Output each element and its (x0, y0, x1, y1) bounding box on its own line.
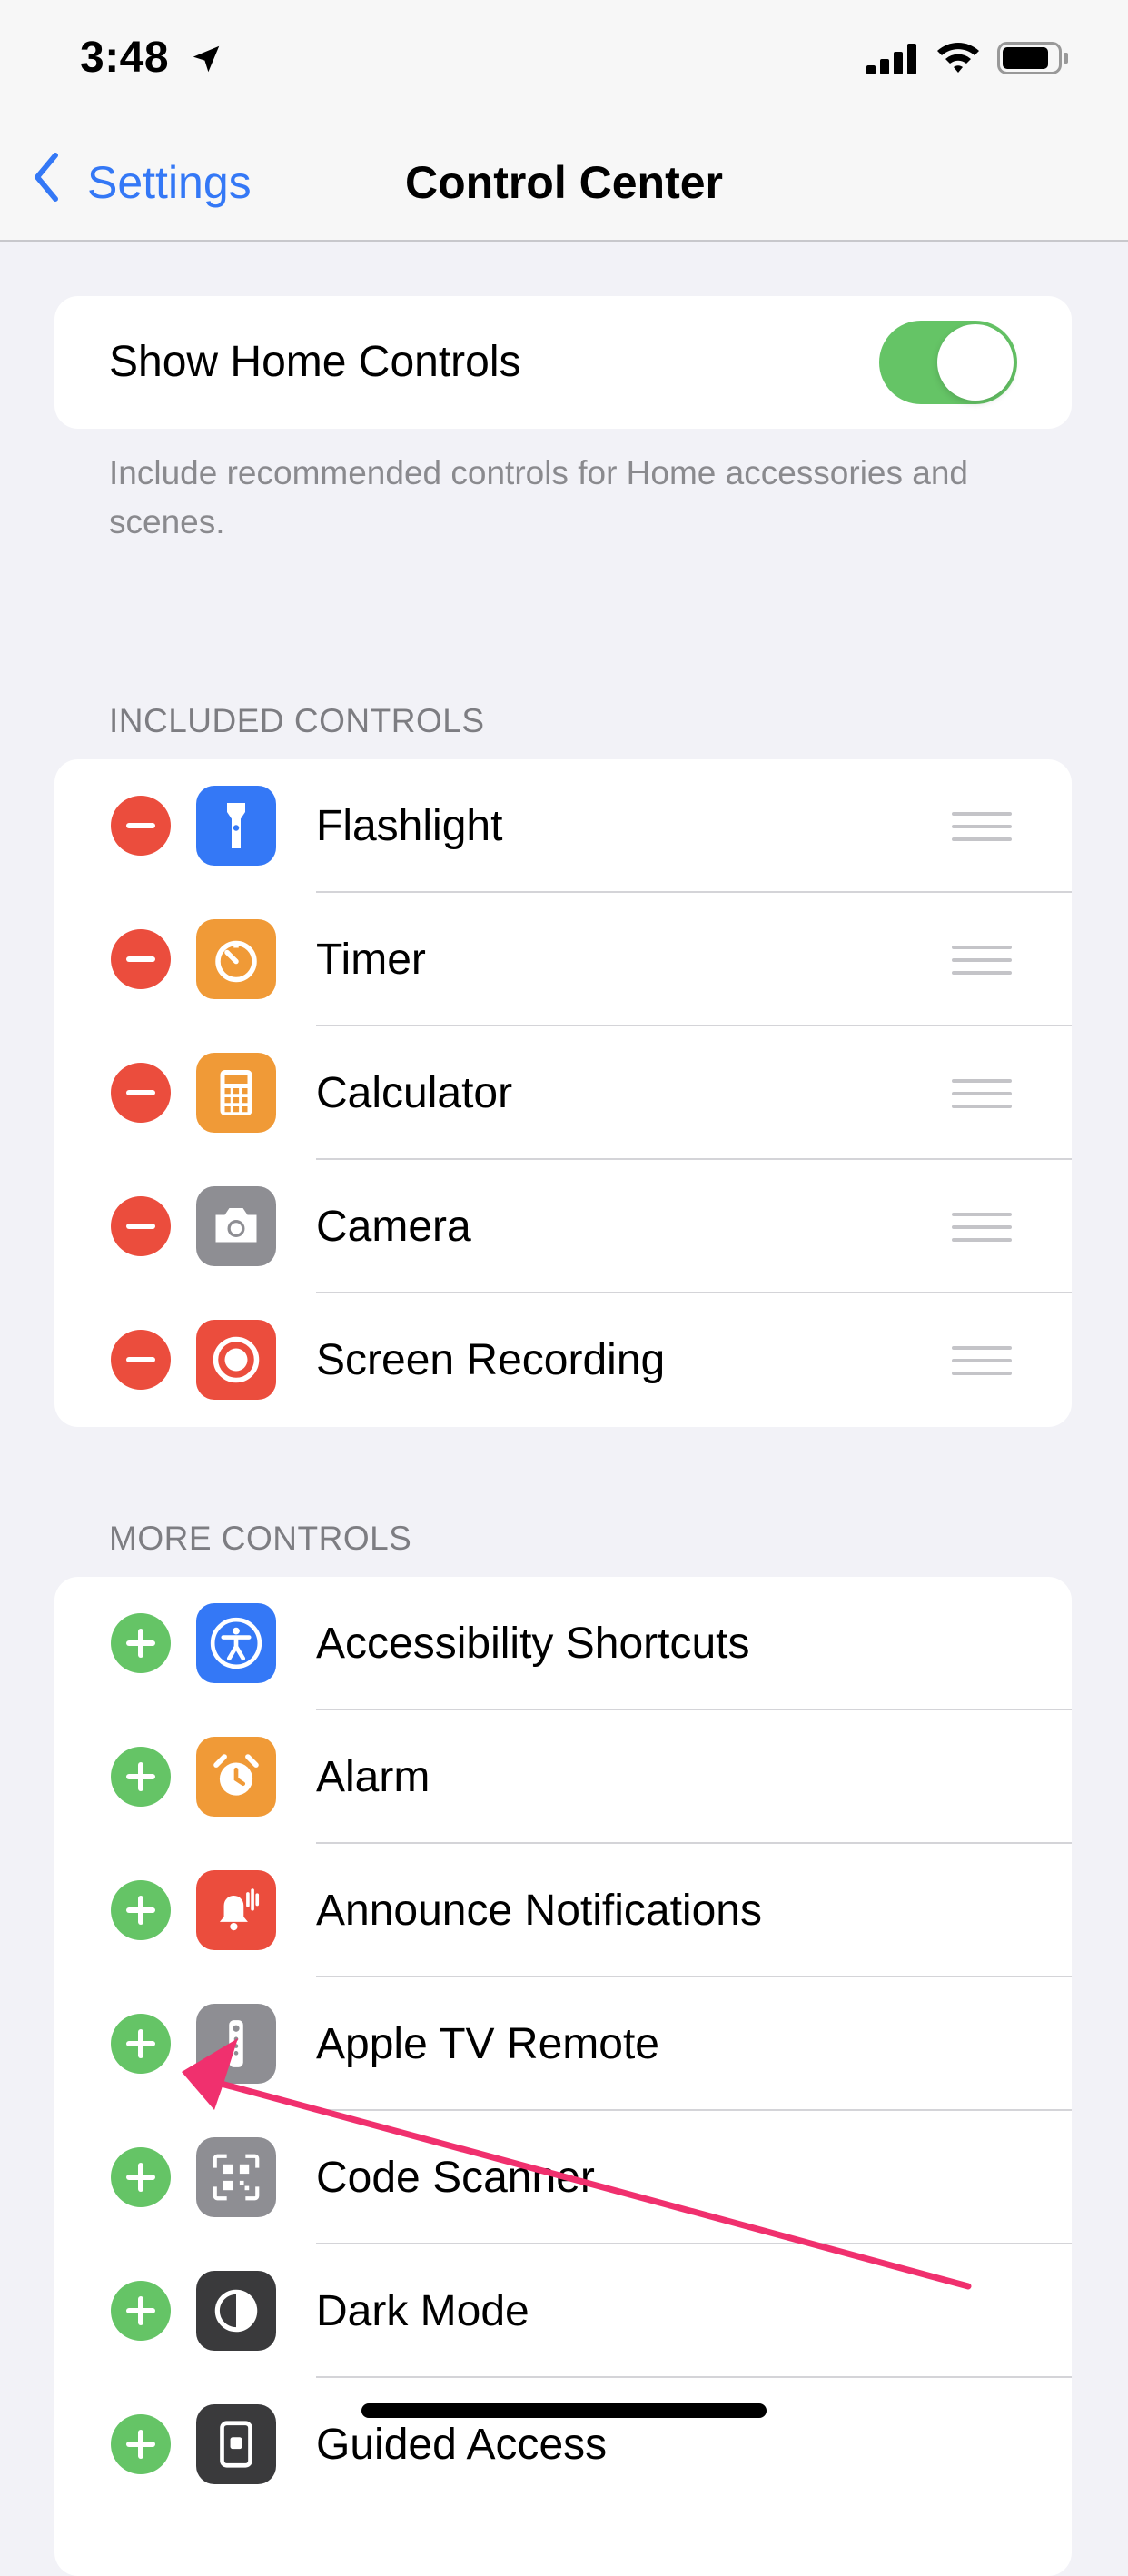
add-control-button[interactable] (111, 1880, 171, 1940)
control-label: Camera (316, 1203, 471, 1251)
control-row-flashlight[interactable]: Flashlight (54, 759, 1072, 893)
remove-control-button[interactable] (111, 929, 171, 989)
location-arrow-icon (189, 42, 223, 81)
calculator-icon (196, 1053, 276, 1133)
control-row-timer[interactable]: Timer (54, 893, 1072, 1026)
control-label: Announce Notifications (316, 1887, 762, 1935)
remove-control-button[interactable] (111, 796, 171, 856)
camera-icon (196, 1186, 276, 1266)
wifi-icon (935, 40, 981, 79)
control-row-announce-notifications[interactable]: Announce Notifications (54, 1844, 1072, 1977)
control-row-apple-tv-remote[interactable]: Apple TV Remote (54, 1977, 1072, 2111)
control-label: Code Scanner (316, 2154, 595, 2202)
control-row-accessibility-shortcuts[interactable]: Accessibility Shortcuts (54, 1577, 1072, 1710)
control-label: Dark Mode (316, 2287, 529, 2335)
accessibility-icon (196, 1603, 276, 1683)
control-label: Flashlight (316, 802, 503, 850)
alarm-icon (196, 1737, 276, 1817)
add-control-button[interactable] (111, 1747, 171, 1807)
home-controls-card: Show Home Controls (54, 296, 1072, 429)
control-label: Timer (316, 936, 426, 984)
add-control-button[interactable] (111, 2147, 171, 2207)
control-label: Guided Access (316, 2421, 608, 2469)
control-row-calculator[interactable]: Calculator (54, 1026, 1072, 1160)
flashlight-icon (196, 786, 276, 866)
dark-mode-icon (196, 2271, 276, 2351)
included-controls-list: Flashlight Timer Calculator Camera Screen Re… (54, 759, 1072, 1427)
timer-icon (196, 919, 276, 999)
control-row-alarm[interactable]: Alarm (54, 1710, 1072, 1844)
add-control-button[interactable] (111, 2281, 171, 2341)
control-row-code-scanner[interactable]: Code Scanner (54, 2111, 1072, 2244)
reorder-handle-icon[interactable] (952, 946, 1012, 975)
home-controls-label: Show Home Controls (109, 338, 521, 386)
reorder-handle-icon[interactable] (952, 812, 1012, 841)
chevron-left-icon (33, 152, 60, 213)
status-time: 3:48 (80, 34, 170, 82)
toggle-knob (937, 324, 1014, 401)
back-button-label: Settings (87, 157, 252, 208)
control-label: Apple TV Remote (316, 2020, 659, 2068)
cellular-signal-icon (866, 44, 917, 79)
remove-control-button[interactable] (111, 1330, 171, 1390)
reorder-handle-icon[interactable] (952, 1213, 1012, 1242)
control-row-screen-recording[interactable]: Screen Recording (54, 1293, 1072, 1427)
control-row-dark-mode[interactable]: Dark Mode (54, 2244, 1072, 2378)
home-controls-footnote: Include recommended controls for Home ac… (109, 454, 969, 540)
control-row-guided-access[interactable]: Guided Access (54, 2378, 1072, 2512)
more-controls-list: Accessibility Shortcuts Alarm Announce Not… (54, 1577, 1072, 2576)
control-label: Alarm (316, 1753, 430, 1801)
navigation-bar: Control Center Settings (0, 127, 1128, 242)
announce-notifications-icon (196, 1870, 276, 1950)
more-controls-header: MORE CONTROLS (109, 1520, 412, 1557)
guided-access-icon (196, 2404, 276, 2484)
add-control-button[interactable] (111, 2414, 171, 2474)
status-bar: 3:48 (0, 0, 1128, 127)
back-button[interactable]: Settings (33, 151, 252, 214)
add-control-button[interactable] (111, 1613, 171, 1673)
battery-icon (997, 42, 1070, 79)
control-label: Screen Recording (316, 1336, 666, 1384)
qr-code-icon (196, 2137, 276, 2217)
apple-tv-remote-icon (196, 2004, 276, 2084)
control-label: Accessibility Shortcuts (316, 1620, 750, 1668)
reorder-handle-icon[interactable] (952, 1346, 1012, 1375)
control-row-camera[interactable]: Camera (54, 1160, 1072, 1293)
remove-control-button[interactable] (111, 1063, 171, 1123)
reorder-handle-icon[interactable] (952, 1079, 1012, 1108)
home-controls-toggle[interactable] (879, 321, 1017, 404)
home-indicator (361, 2403, 767, 2418)
remove-control-button[interactable] (111, 1196, 171, 1256)
screen-recording-icon (196, 1320, 276, 1400)
included-controls-header: INCLUDED CONTROLS (109, 702, 485, 739)
add-control-button[interactable] (111, 2014, 171, 2074)
control-label: Calculator (316, 1069, 513, 1117)
